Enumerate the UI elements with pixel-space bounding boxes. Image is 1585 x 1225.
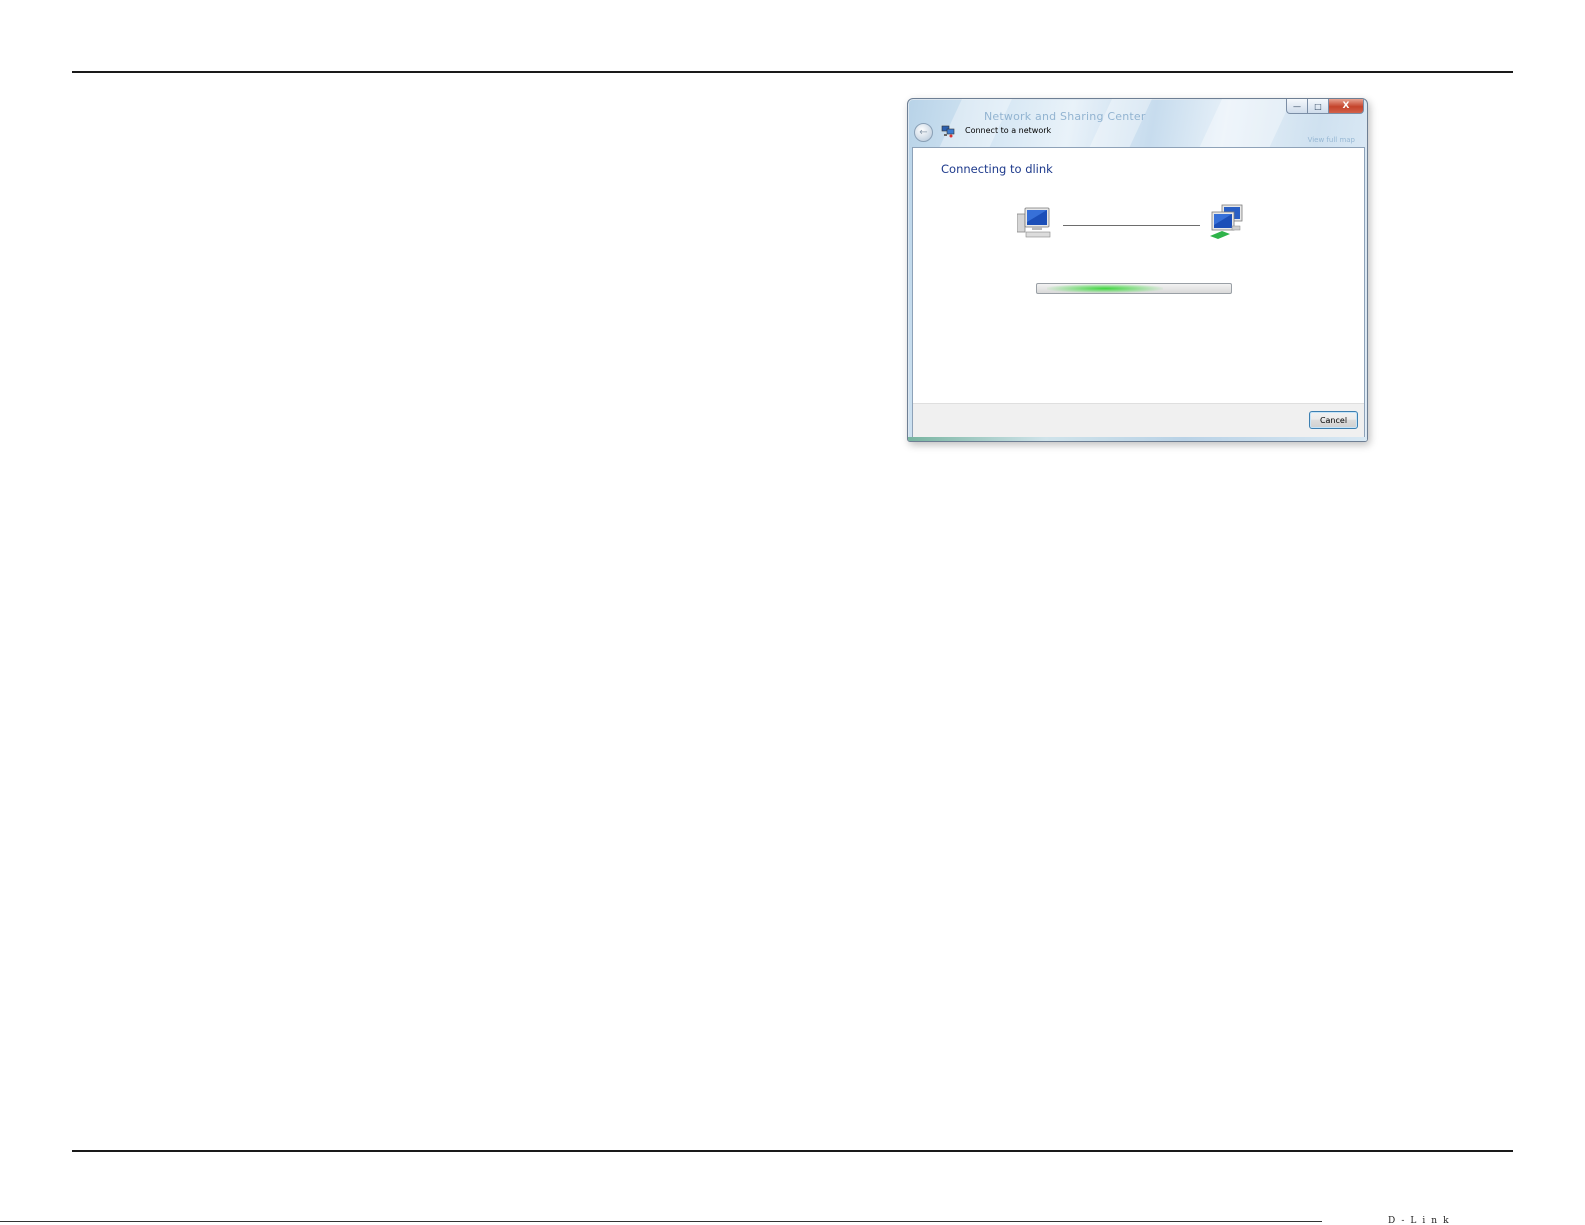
caption-buttons: — □ X — [1286, 99, 1364, 114]
network-computers-icon — [1210, 204, 1243, 239]
bottom-rule — [72, 1150, 1513, 1152]
network-icon — [941, 125, 955, 138]
footer-logo: D-Link — [1388, 1216, 1455, 1225]
connect-dialog: Network and Sharing Center View full map… — [907, 98, 1368, 442]
maximize-button[interactable]: □ — [1308, 99, 1329, 114]
view-full-map-link: View full map — [1307, 136, 1355, 144]
footer-rule — [0, 1221, 1322, 1222]
breadcrumb: Connect to a network — [965, 126, 1052, 135]
button-bar: Cancel — [913, 403, 1364, 437]
close-button[interactable]: X — [1329, 99, 1364, 114]
computer-icon — [1017, 207, 1051, 238]
page-title: Connecting to dlink — [941, 162, 1053, 176]
top-rule — [72, 71, 1513, 73]
cancel-button[interactable]: Cancel — [1309, 411, 1358, 429]
back-arrow-icon: ← — [919, 127, 928, 138]
dialog-content: Connecting to dlink Cancel — [912, 147, 1365, 438]
back-button[interactable]: ← — [914, 123, 933, 142]
progress-bar — [1036, 283, 1232, 294]
progress-fill — [1046, 284, 1164, 293]
window-bottom-edge — [908, 437, 1367, 441]
connection-line — [1063, 225, 1200, 226]
minimize-button[interactable]: — — [1286, 99, 1308, 114]
window-title: Network and Sharing Center — [984, 110, 1146, 123]
